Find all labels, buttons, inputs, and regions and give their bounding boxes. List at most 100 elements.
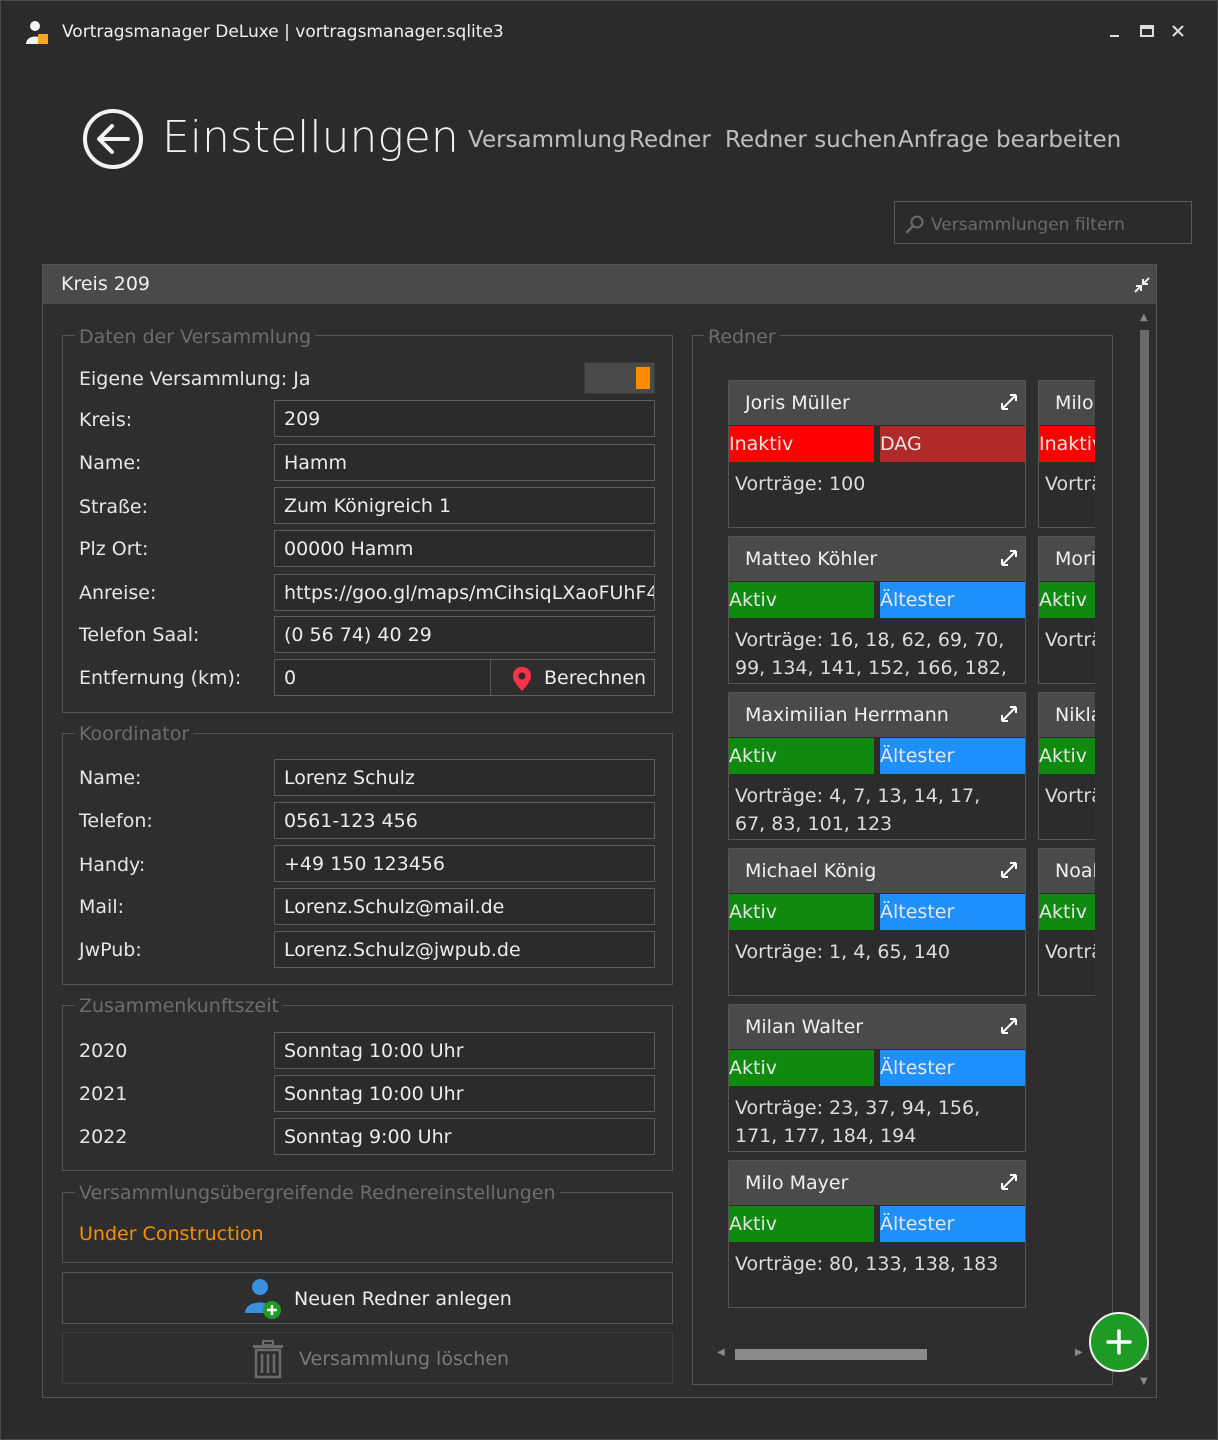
- expand-icon[interactable]: [1001, 706, 1017, 722]
- name-value: Hamm: [284, 452, 347, 474]
- speaker-card[interactable]: Milo Mayer Aktiv Ältester Vorträge: 80, …: [728, 1160, 1026, 1308]
- talks-list: Vorträge: 23, 37, 94, 156, 171, 177, 184…: [735, 1097, 981, 1147]
- field-label-strasse: Straße:: [79, 496, 149, 518]
- status-badge: Inaktiv: [1039, 426, 1095, 462]
- speaker-card[interactable]: Michael König Aktiv Ältester Vorträge: 1…: [728, 848, 1026, 996]
- meeting-time-2022-value: Sonntag 9:00 Uhr: [284, 1126, 452, 1148]
- plz-ort-input[interactable]: 00000 Hamm: [274, 530, 655, 567]
- speaker-name: Mori: [1055, 548, 1095, 570]
- expand-icon[interactable]: [1001, 1018, 1017, 1034]
- talks-list: Vorträ: [1045, 473, 1095, 495]
- berechnen-button[interactable]: Berechnen: [490, 659, 655, 696]
- koord-handy-value: +49 150 123456: [284, 853, 445, 875]
- legend-koordinator: Koordinator: [75, 723, 194, 745]
- expand-icon[interactable]: [1001, 862, 1017, 878]
- speaker-card[interactable]: Joris Müller Inaktiv DAG Vorträge: 100: [728, 380, 1026, 528]
- speaker-card-partial[interactable]: Nikla Aktiv Vorträ: [1038, 692, 1095, 840]
- field-label-plz-ort: Plz Ort:: [79, 538, 149, 560]
- kreis-input[interactable]: 209: [274, 400, 655, 437]
- role-badge: Ältester: [880, 1050, 1025, 1086]
- speaker-name: Noal: [1055, 860, 1095, 882]
- speaker-card[interactable]: Matteo Köhler Aktiv Ältester Vorträge: 1…: [728, 536, 1026, 684]
- status-badge: Aktiv: [729, 894, 874, 930]
- koord-label-jwpub: JwPub:: [79, 939, 142, 961]
- speaker-card-partial[interactable]: Mori Aktiv Vorträ: [1038, 536, 1095, 684]
- speaker-card[interactable]: Maximilian Herrmann Aktiv Ältester Vortr…: [728, 692, 1026, 840]
- expand-icon[interactable]: [1001, 550, 1017, 566]
- speaker-name: Milo Mayer: [745, 1172, 849, 1194]
- minimize-button[interactable]: [1104, 20, 1126, 42]
- meeting-year-2021: 2021: [79, 1083, 128, 1105]
- delete-congregation-button[interactable]: Versammlung löschen: [62, 1332, 673, 1384]
- nav-versammlung[interactable]: Versammlung: [468, 127, 627, 153]
- vertical-scrollbar[interactable]: [1140, 330, 1149, 1360]
- horizontal-scrollbar[interactable]: [735, 1349, 927, 1360]
- field-label-telefon-saal: Telefon Saal:: [79, 624, 200, 646]
- speaker-name: Milan Walter: [745, 1016, 864, 1038]
- koord-telefon-input[interactable]: 0561-123 456: [274, 802, 655, 839]
- field-label-anreise: Anreise:: [79, 582, 157, 604]
- speaker-name: Michael König: [745, 860, 877, 882]
- koord-name-input[interactable]: Lorenz Schulz: [274, 759, 655, 796]
- talks-list: Vorträ: [1045, 629, 1095, 651]
- entfernung-input[interactable]: 0: [274, 659, 491, 696]
- telefon-saal-value: (0 56 74) 40 29: [284, 624, 432, 646]
- new-speaker-button[interactable]: Neuen Redner anlegen: [62, 1272, 673, 1324]
- speaker-card-partial[interactable]: Milo Inaktiv Vorträ: [1038, 380, 1095, 528]
- panel-collapse-button[interactable]: [1133, 276, 1151, 298]
- maximize-icon: [1140, 25, 1154, 37]
- koord-mail-input[interactable]: Lorenz.Schulz@mail.de: [274, 888, 655, 925]
- anreise-value: https://goo.gl/maps/mCihsiqLXaoFUhF46: [284, 582, 655, 604]
- koord-jwpub-input[interactable]: Lorenz.Schulz@jwpub.de: [274, 931, 655, 968]
- field-label-entfernung: Entfernung (km):: [79, 667, 242, 689]
- own-congregation-toggle[interactable]: [584, 362, 655, 394]
- meeting-year-2020: 2020: [79, 1040, 128, 1062]
- scroll-up-arrow[interactable]: ▲: [1140, 312, 1148, 323]
- filter-input[interactable]: Versammlungen filtern: [894, 201, 1192, 244]
- legend-rednereinstellungen: Versammlungsübergreifende Rednereinstell…: [75, 1182, 560, 1204]
- back-button[interactable]: [82, 108, 143, 169]
- nav-anfrage-bearbeiten[interactable]: Anfrage bearbeiten: [898, 127, 1121, 153]
- expand-icon[interactable]: [1001, 394, 1017, 410]
- nav-redner-suchen[interactable]: Redner suchen: [725, 127, 897, 153]
- nav-redner[interactable]: Redner: [629, 127, 711, 153]
- add-button[interactable]: [1089, 1312, 1149, 1372]
- filter-placeholder: Versammlungen filtern: [931, 215, 1125, 235]
- role-badge: Ältester: [880, 894, 1025, 930]
- plus-icon: [1106, 1329, 1132, 1355]
- group-versammlung: [62, 335, 673, 713]
- koord-name-value: Lorenz Schulz: [284, 767, 415, 789]
- speaker-name: Maximilian Herrmann: [745, 704, 949, 726]
- scroll-right-arrow[interactable]: ▶: [1075, 1347, 1083, 1358]
- collapse-icon: [1134, 277, 1150, 293]
- field-label-kreis: Kreis:: [79, 409, 133, 431]
- meeting-time-2021-input[interactable]: Sonntag 10:00 Uhr: [274, 1075, 655, 1112]
- page-title: Einstellungen: [162, 112, 459, 163]
- name-input[interactable]: Hamm: [274, 444, 655, 481]
- search-icon: [905, 215, 924, 234]
- telefon-saal-input[interactable]: (0 56 74) 40 29: [274, 616, 655, 653]
- meeting-time-2020-input[interactable]: Sonntag 10:00 Uhr: [274, 1032, 655, 1069]
- strasse-value: Zum Königreich 1: [284, 495, 452, 517]
- speaker-card[interactable]: Milan Walter Aktiv Ältester Vorträge: 23…: [728, 1004, 1026, 1152]
- close-button[interactable]: [1167, 20, 1189, 42]
- field-label-name: Name:: [79, 452, 142, 474]
- talks-list: Vorträge: 100: [735, 473, 866, 495]
- speaker-card-partial[interactable]: Noal Aktiv Vorträ 152, 1!: [1038, 848, 1095, 996]
- koord-label-name: Name:: [79, 767, 142, 789]
- scroll-left-arrow[interactable]: ◀: [717, 1347, 725, 1358]
- koord-handy-input[interactable]: +49 150 123456: [274, 845, 655, 882]
- role-badge: Ältester: [880, 1206, 1025, 1242]
- meeting-year-2022: 2022: [79, 1126, 128, 1148]
- anreise-input[interactable]: https://goo.gl/maps/mCihsiqLXaoFUhF46: [274, 574, 655, 611]
- meeting-time-2022-input[interactable]: Sonntag 9:00 Uhr: [274, 1118, 655, 1155]
- talks-list: Vorträ: [1045, 785, 1095, 807]
- meeting-time-2021-value: Sonntag 10:00 Uhr: [284, 1083, 464, 1105]
- scroll-down-arrow[interactable]: ▼: [1140, 1376, 1148, 1387]
- expand-icon[interactable]: [1001, 1174, 1017, 1190]
- maximize-button[interactable]: [1136, 20, 1158, 42]
- talks-list: Vorträge: 1, 4, 65, 140: [735, 941, 950, 963]
- delete-congregation-label: Versammlung löschen: [299, 1348, 510, 1370]
- status-badge: Aktiv: [729, 1206, 874, 1242]
- strasse-input[interactable]: Zum Königreich 1: [274, 487, 655, 524]
